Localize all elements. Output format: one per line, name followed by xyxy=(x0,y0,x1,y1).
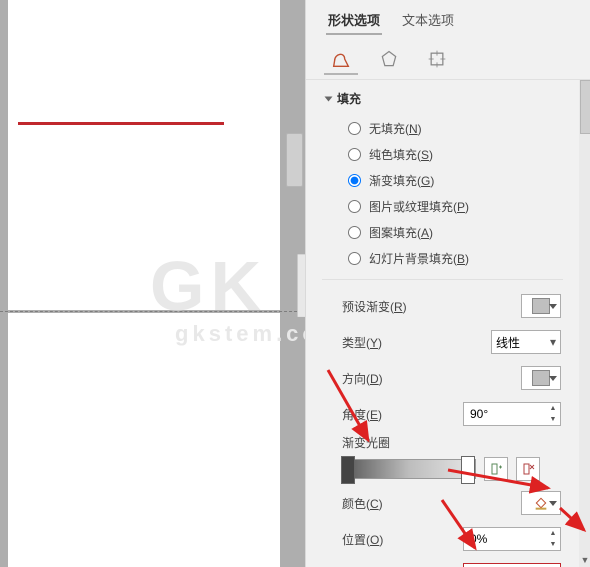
color-picker[interactable] xyxy=(521,491,561,515)
label-type: 类型(Y) xyxy=(342,334,491,351)
radio-pattern-fill[interactable]: 图案填充(A) xyxy=(348,219,563,245)
gradient-stop-bar[interactable] xyxy=(342,459,476,479)
radio-slide-bg-fill[interactable]: 幻灯片背景填充(B) xyxy=(348,245,563,271)
radio-no-fill[interactable]: 无填充(N) xyxy=(348,115,563,141)
add-stop-button[interactable] xyxy=(484,457,508,481)
label-direction: 方向(D) xyxy=(342,370,521,387)
radio-gradient-fill[interactable]: 渐变填充(G) xyxy=(348,167,563,193)
preset-gradient-picker[interactable] xyxy=(521,294,561,318)
panel-scrollbar[interactable]: ▼ xyxy=(579,80,590,567)
collapse-triangle-icon xyxy=(325,96,333,101)
angle-spinner[interactable]: ▲▼ xyxy=(463,402,561,426)
section-fill-header[interactable]: 填充 xyxy=(326,90,563,107)
scroll-down-icon[interactable]: ▼ xyxy=(579,553,590,567)
label-angle: 角度(E) xyxy=(342,406,463,423)
size-properties-icon[interactable] xyxy=(420,45,454,73)
slide-bottom[interactable] xyxy=(8,313,280,567)
type-select[interactable]: ▾ xyxy=(491,330,561,354)
row-color: 颜色(C) xyxy=(306,485,579,521)
slide-top[interactable] xyxy=(8,0,280,310)
radio-solid-fill[interactable]: 纯色填充(S) xyxy=(348,141,563,167)
direction-picker[interactable] xyxy=(521,366,561,390)
gradient-stop-1[interactable] xyxy=(341,456,355,484)
slide-canvas xyxy=(0,0,305,567)
position-spinner[interactable]: ▲▼ xyxy=(463,527,561,551)
remove-stop-button[interactable] xyxy=(516,457,540,481)
slide-divider xyxy=(0,311,302,312)
spin-down-icon: ▼ xyxy=(546,414,560,425)
radio-picture-fill[interactable]: 图片或纹理填充(P) xyxy=(348,193,563,219)
row-type: 类型(Y) ▾ xyxy=(306,324,579,360)
category-icons xyxy=(306,35,590,80)
transparency-spinner[interactable]: ▲▼ xyxy=(463,563,561,567)
format-shape-panel: 形状选项 文本选项 填充 无填充(N) 纯色填充(S) xyxy=(305,0,590,567)
canvas-scrollbar-thumb[interactable] xyxy=(286,133,303,187)
shape-redline[interactable] xyxy=(18,122,224,125)
row-transparency: 透明度(T) ▲▼ xyxy=(306,557,579,567)
gradient-stop-2[interactable] xyxy=(461,456,475,484)
row-direction: 方向(D) xyxy=(306,360,579,396)
tab-shape-options[interactable]: 形状选项 xyxy=(326,6,382,35)
fill-line-icon[interactable] xyxy=(324,45,358,75)
paint-bucket-icon xyxy=(532,495,550,511)
label-position: 位置(O) xyxy=(342,531,463,548)
spin-up-icon: ▲ xyxy=(546,403,560,414)
label-gradient-stops: 渐变光圈 xyxy=(342,436,390,450)
label-color: 颜色(C) xyxy=(342,495,521,512)
row-preset-gradient: 预设渐变(R) xyxy=(306,288,579,324)
label-preset-gradient: 预设渐变(R) xyxy=(342,298,521,315)
panel-scrollbar-thumb[interactable] xyxy=(580,80,590,134)
row-angle: 角度(E) ▲▼ xyxy=(306,396,579,432)
tab-text-options[interactable]: 文本选项 xyxy=(400,6,456,35)
effects-icon[interactable] xyxy=(372,45,406,73)
row-position: 位置(O) ▲▼ xyxy=(306,521,579,557)
